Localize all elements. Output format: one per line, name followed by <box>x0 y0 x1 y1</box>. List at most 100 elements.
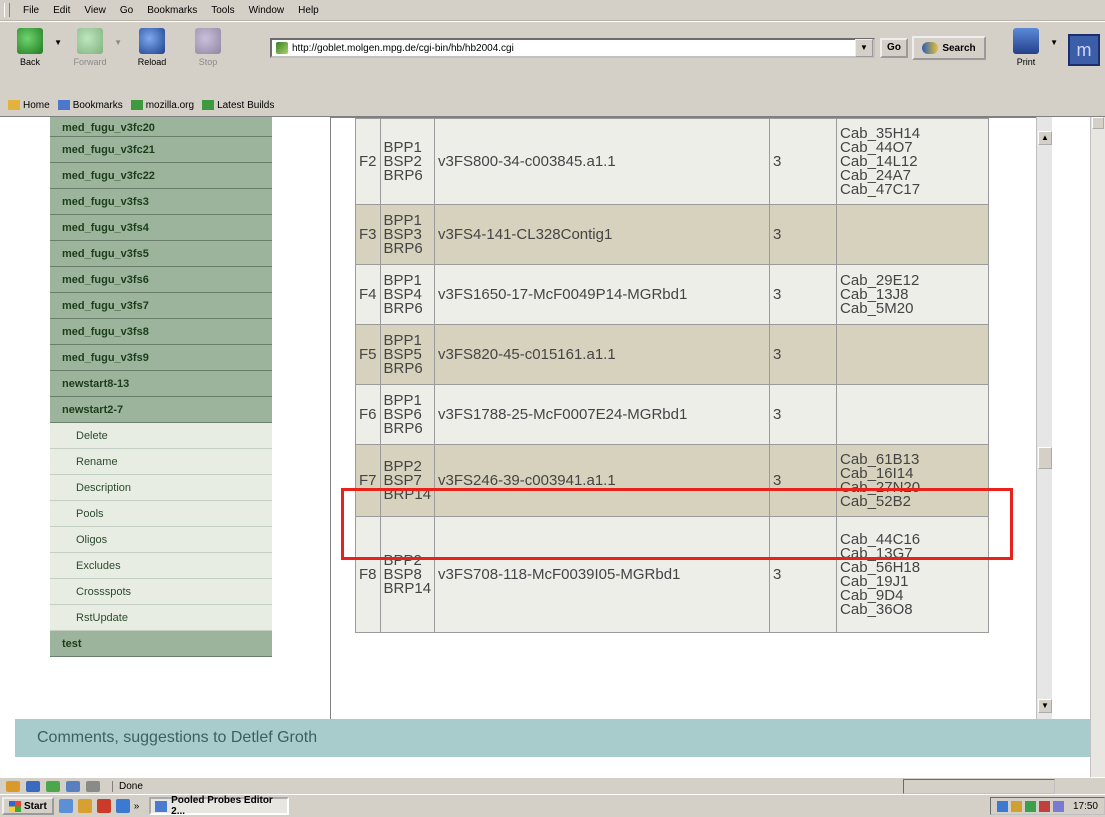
sidebar-action-description[interactable]: Description <box>50 475 272 501</box>
toolbar-grip[interactable] <box>4 3 10 17</box>
clone-label: Cab_52B2 <box>840 492 911 510</box>
menu-view[interactable]: View <box>77 5 113 16</box>
menu-help[interactable]: Help <box>291 5 326 16</box>
forward-button[interactable]: Forward ▼ <box>68 28 122 67</box>
tray-icon[interactable] <box>1024 800 1036 812</box>
sidebar-action-rename[interactable]: Rename <box>50 449 272 475</box>
sidebar-item-project[interactable]: med_fugu_v3fs5 <box>50 241 272 267</box>
clones-cell <box>836 384 990 445</box>
desktop-icon[interactable] <box>58 799 73 813</box>
tray-icon[interactable] <box>996 800 1008 812</box>
navigation-toolbar: Back ▼ Forward ▼ Reload Stop http://gobl… <box>0 21 1105 95</box>
probe-table-frame: F2 BPP1 BSP2 BRP6 v3FS800-34-c003845.a1.1 3 Ca… <box>330 117 1052 729</box>
quicklaunch-more-icon[interactable]: » <box>134 801 140 812</box>
sidebar-item-project[interactable]: newstart8-13 <box>50 371 272 397</box>
back-dropdown-icon[interactable]: ▼ <box>54 38 62 47</box>
back-button[interactable]: Back ▼ <box>8 28 62 67</box>
page-viewport: med_fugu_v3fc20 med_fugu_v3fc21 med_fugu… <box>0 117 1090 777</box>
start-button[interactable]: Start <box>2 797 54 815</box>
probe-name-cell: v3FS708-118-McF0039I05-MGRbd1 <box>434 516 771 633</box>
go-button[interactable]: Go <box>880 38 908 58</box>
browser-logo-icon[interactable]: m <box>1068 34 1100 66</box>
security-icon[interactable] <box>86 781 100 792</box>
scroll-down-icon[interactable]: ▼ <box>1038 699 1052 713</box>
menu-go[interactable]: Go <box>113 5 140 16</box>
pool-label: BRP6 <box>383 239 423 257</box>
table-row[interactable]: F8 BPP2 BSP8 BRP14 v3FS708-118-McF0039I05-MG… <box>355 516 990 633</box>
scrollbar-thumb[interactable] <box>1038 447 1052 469</box>
url-bar[interactable]: http://goblet.molgen.mpg.de/cgi-bin/hb/h… <box>270 38 875 58</box>
sidebar-item-project[interactable]: med_fugu_v3fs7 <box>50 293 272 319</box>
home-link[interactable]: Home <box>8 100 50 111</box>
print-button[interactable]: Print ▼ <box>1004 28 1058 67</box>
taskbar: Start » Pooled Probes Editor 2... 17:50 <box>0 794 1105 817</box>
mozilla-link[interactable]: mozilla.org <box>130 100 194 111</box>
sidebar-item-project[interactable]: med_fugu_v3fc20 <box>50 117 272 137</box>
scrollbar-thumb[interactable] <box>1092 117 1104 129</box>
bookmarks-link[interactable]: Bookmarks <box>57 100 123 111</box>
menu-edit[interactable]: Edit <box>46 5 77 16</box>
sidebar-action-excludes[interactable]: Excludes <box>50 553 272 579</box>
latest-builds-link[interactable]: Latest Builds <box>202 100 274 111</box>
sidebar-item-project-active[interactable]: newstart2-7 <box>50 397 272 423</box>
table-row[interactable]: F2 BPP1 BSP2 BRP6 v3FS800-34-c003845.a1.1 3 Ca… <box>355 118 990 205</box>
sidebar-item-project[interactable]: med_fugu_v3fc21 <box>50 137 272 163</box>
sidebar-item-project[interactable]: test <box>50 631 272 657</box>
sidebar-action-pools[interactable]: Pools <box>50 501 272 527</box>
tray-icon[interactable] <box>1010 800 1022 812</box>
print-dropdown-icon[interactable]: ▼ <box>1050 38 1058 47</box>
probe-id-cell: F2 <box>355 118 381 205</box>
sidebar-item-project[interactable]: med_fugu_v3fs3 <box>50 189 272 215</box>
probe-id-cell: F5 <box>355 324 381 385</box>
tray-icon[interactable] <box>1038 800 1050 812</box>
url-text[interactable]: http://goblet.molgen.mpg.de/cgi-bin/hb/h… <box>292 43 514 54</box>
pool-label: BRP6 <box>383 419 423 437</box>
sidebar-action-crossspots[interactable]: Crossspots <box>50 579 272 605</box>
table-scrollbar[interactable]: ▲ ▼ <box>1036 117 1052 725</box>
browser-icon[interactable] <box>115 799 130 813</box>
page-scrollbar[interactable] <box>1090 117 1105 777</box>
sidebar-item-project[interactable]: med_fugu_v3fs8 <box>50 319 272 345</box>
taskbar-window-button[interactable]: Pooled Probes Editor 2... <box>149 795 290 817</box>
tray-icon[interactable] <box>1052 800 1064 812</box>
table-row[interactable]: F7 BPP2 BSP7 BRP14 v3FS246-39-c003941.a1.1 3 C… <box>355 444 990 517</box>
footer-text[interactable]: Comments, suggestions to Detlef Groth <box>37 729 317 747</box>
sidebar-item-project[interactable]: med_fugu_v3fs9 <box>50 345 272 371</box>
sidebar-action-rstupdate[interactable]: RstUpdate <box>50 605 272 631</box>
quicklaunch-icon[interactable] <box>77 799 92 813</box>
menu-tools[interactable]: Tools <box>204 5 241 16</box>
table-row[interactable]: F3 BPP1 BSP3 BRP6 v3FS4-141-CL328Contig1 3 <box>355 204 990 265</box>
scroll-up-icon[interactable]: ▲ <box>1038 131 1052 145</box>
table-row[interactable]: F6 BPP1 BSP6 BRP6 v3FS1788-25-McF0007E24-MGR… <box>355 384 990 445</box>
address-book-icon[interactable] <box>66 781 80 792</box>
sidebar-item-project[interactable]: med_fugu_v3fc22 <box>50 163 272 189</box>
reload-button[interactable]: Reload <box>130 28 174 67</box>
composer-icon[interactable] <box>46 781 60 792</box>
search-button[interactable]: Search <box>912 36 986 60</box>
probe-name-cell: v3FS820-45-c015161.a1.1 <box>434 324 771 385</box>
menu-window[interactable]: Window <box>242 5 292 16</box>
forward-dropdown-icon[interactable]: ▼ <box>114 38 122 47</box>
table-row[interactable]: F5 BPP1 BSP5 BRP6 v3FS820-45-c015161.a1.1 3 <box>355 324 990 385</box>
sidebar-item-project[interactable]: med_fugu_v3fs4 <box>50 215 272 241</box>
site-icon <box>276 42 288 54</box>
sidebar-action-delete[interactable]: Delete <box>50 423 272 449</box>
status-text: Done <box>112 781 143 792</box>
url-dropdown-icon[interactable]: ▼ <box>855 39 873 57</box>
count-cell: 3 <box>769 516 838 633</box>
pools-cell: BPP2 BSP8 BRP14 <box>379 516 436 633</box>
sidebar-item-project[interactable]: med_fugu_v3fs6 <box>50 267 272 293</box>
table-row[interactable]: F4 BPP1 BSP4 BRP6 v3FS1650-17-McF0049P14-MGR… <box>355 264 990 325</box>
menu-file[interactable]: File <box>16 5 46 16</box>
clock[interactable]: 17:50 <box>1073 801 1098 812</box>
stop-button[interactable]: Stop <box>186 28 230 67</box>
probe-table-body: F2 BPP1 BSP2 BRP6 v3FS800-34-c003845.a1.1 3 Ca… <box>355 118 990 633</box>
menu-bookmarks[interactable]: Bookmarks <box>140 5 204 16</box>
back-arrow-icon <box>17 28 43 54</box>
bookmark-link-icon <box>130 100 143 110</box>
sidebar-action-oligos[interactable]: Oligos <box>50 527 272 553</box>
quicklaunch-icon[interactable] <box>96 799 111 813</box>
mail-icon[interactable] <box>26 781 40 792</box>
navigator-icon[interactable] <box>6 781 20 792</box>
count-cell: 3 <box>769 264 838 325</box>
